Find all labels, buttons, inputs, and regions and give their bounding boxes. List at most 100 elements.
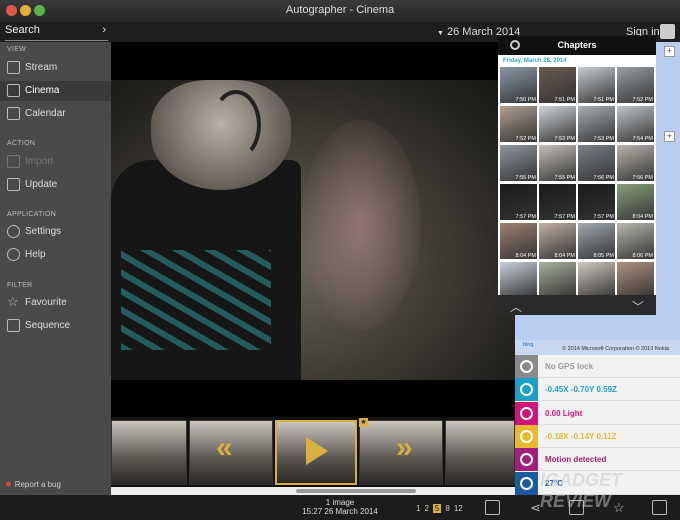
chapter-thumb[interactable] bbox=[617, 262, 654, 298]
zoom-level[interactable]: 8 bbox=[445, 504, 449, 513]
sidebar-item-cinema[interactable]: Cinema bbox=[0, 81, 111, 101]
sidebar-item-favourite[interactable]: ☆ Favourite bbox=[0, 293, 111, 313]
chapter-thumb[interactable]: 8:04 PM bbox=[617, 184, 654, 220]
sidebar-item-settings[interactable]: Settings bbox=[0, 222, 111, 242]
scrollbar-thumb[interactable] bbox=[296, 489, 416, 493]
sidebar-item-label: Calendar bbox=[25, 108, 66, 119]
fullscreen-icon[interactable] bbox=[485, 500, 500, 515]
add-panel-button[interactable]: + bbox=[664, 46, 675, 57]
chapter-thumb[interactable]: 7:56 PM bbox=[578, 145, 615, 181]
favourite-star-icon[interactable]: ★ bbox=[359, 418, 368, 427]
zoom-level[interactable]: 12 bbox=[454, 504, 463, 513]
chapter-thumb[interactable]: 7:55 PM bbox=[539, 145, 576, 181]
chapter-thumb-time: 7:54 PM bbox=[632, 136, 653, 142]
chapter-thumb[interactable]: 7:53 PM bbox=[539, 106, 576, 142]
chapter-thumb-time: 7:55 PM bbox=[554, 175, 575, 181]
chapter-thumb[interactable]: 7:57 PM bbox=[539, 184, 576, 220]
chapter-thumb-time: 7:56 PM bbox=[593, 175, 614, 181]
chapter-thumb[interactable]: 7:53 PM bbox=[578, 106, 615, 142]
sensor-value: -0.45X -0.70Y 0.59Z bbox=[545, 385, 617, 395]
section-view: VIEW bbox=[7, 46, 27, 53]
section-action: ACTION bbox=[7, 140, 36, 147]
sensor-row: No GPS lock bbox=[515, 355, 680, 378]
title-bar: Autographer - Cinema bbox=[0, 0, 680, 22]
sensor-value: -0.18X -0.14Y 0.11Z bbox=[545, 431, 617, 441]
chapter-thumb[interactable]: 7:54 PM bbox=[617, 106, 654, 142]
chapter-thumb[interactable] bbox=[539, 262, 576, 298]
report-bug-link[interactable]: ✸ Report a bug bbox=[5, 480, 61, 489]
chapter-thumb[interactable]: 7:52 PM bbox=[617, 67, 654, 103]
sidebar-item-import[interactable]: Import bbox=[0, 152, 111, 172]
chapter-thumb-time: 7:51 PM bbox=[554, 97, 575, 103]
chevron-down-icon[interactable]: ﹀ bbox=[632, 298, 644, 315]
sidebar-item-update[interactable]: Update bbox=[0, 175, 111, 195]
chapter-thumb[interactable] bbox=[500, 262, 537, 298]
sensor-icon bbox=[515, 355, 538, 378]
update-icon bbox=[7, 178, 20, 191]
zoom-level[interactable]: 1 bbox=[416, 504, 420, 513]
chapter-thumb[interactable]: 8:04 PM bbox=[500, 223, 537, 259]
chapter-thumb-time: 7:53 PM bbox=[554, 136, 575, 142]
chapter-thumb-time: 7:53 PM bbox=[593, 136, 614, 142]
chapter-thumb[interactable]: 7:50 PM bbox=[500, 67, 537, 103]
sensor-icon bbox=[515, 424, 538, 448]
sidebar-item-label: Import bbox=[25, 156, 54, 167]
chapter-thumb-time: 7:50 PM bbox=[515, 97, 536, 103]
sidebar-item-label: Sequence bbox=[25, 320, 71, 331]
chapters-title: Chapters bbox=[557, 40, 597, 50]
main-photo-viewer[interactable] bbox=[111, 42, 515, 417]
sensor-value: Motion detected bbox=[545, 455, 607, 465]
filmstrip[interactable]: « » bbox=[111, 417, 515, 495]
sensor-row: -0.18X -0.14Y 0.11Z bbox=[515, 424, 680, 448]
add-panel-button[interactable]: + bbox=[664, 131, 675, 142]
zoom-level[interactable]: 5 bbox=[432, 504, 442, 513]
chapter-thumb[interactable]: 7:57 PM bbox=[500, 184, 537, 220]
play-icon[interactable] bbox=[306, 437, 328, 465]
avatar[interactable] bbox=[660, 24, 675, 39]
main-photo bbox=[111, 80, 515, 380]
gear-icon[interactable] bbox=[510, 40, 520, 50]
chevron-up-icon[interactable]: ︿ bbox=[510, 298, 522, 315]
filmstrip-scrollbar[interactable] bbox=[111, 487, 515, 495]
chapter-thumb[interactable]: 8:06 PM bbox=[617, 223, 654, 259]
sidebar-item-help[interactable]: Help bbox=[0, 245, 111, 265]
sidebar-item-label: Settings bbox=[25, 226, 62, 237]
report-bug-label: Report a bug bbox=[14, 480, 61, 489]
filmstrip-thumb[interactable] bbox=[445, 420, 515, 485]
chapters-panel: Chapters Friday, March 28, 2014 7:50 PM 7… bbox=[498, 36, 656, 315]
chapter-thumb[interactable]: 7:56 PM bbox=[617, 145, 654, 181]
zoom-selector[interactable]: 1 2 5 8 12 bbox=[416, 504, 467, 513]
watermark: IGADGET REVIEW bbox=[540, 470, 623, 511]
sidebar-item-sequence[interactable]: Sequence bbox=[0, 316, 111, 336]
chapter-thumb[interactable]: 7:57 PM bbox=[578, 184, 615, 220]
chapter-thumb[interactable]: 8:04 PM bbox=[539, 223, 576, 259]
image-timestamp: 15:27 26 March 2014 bbox=[302, 507, 378, 516]
star-icon: ☆ bbox=[7, 294, 19, 309]
chapter-thumb[interactable]: 7:51 PM bbox=[539, 67, 576, 103]
section-application: APPLICATION bbox=[7, 211, 57, 218]
chapter-thumb[interactable]: 7:52 PM bbox=[500, 106, 537, 142]
chapter-thumb[interactable] bbox=[578, 262, 615, 298]
sensor-icon bbox=[515, 471, 538, 495]
chapter-thumb[interactable]: 7:51 PM bbox=[578, 67, 615, 103]
next-chevron-icon[interactable]: » bbox=[396, 431, 413, 465]
image-count-line: 1 image bbox=[325, 498, 355, 507]
cinema-icon bbox=[7, 84, 20, 97]
chevron-right-icon: › bbox=[102, 24, 106, 36]
sidebar-item-stream[interactable]: Stream bbox=[0, 58, 111, 78]
photo-blur bbox=[301, 120, 421, 330]
sensor-row: 0.00 Light bbox=[515, 401, 680, 425]
chapter-thumb[interactable]: 8:05 PM bbox=[578, 223, 615, 259]
filmstrip-thumb[interactable] bbox=[111, 420, 187, 485]
zoom-level[interactable]: 2 bbox=[424, 504, 428, 513]
photo-headphone bbox=[211, 90, 261, 160]
sidebar-item-calendar[interactable]: Calendar bbox=[0, 104, 111, 124]
chapter-thumb-time: 7:57 PM bbox=[515, 214, 536, 220]
calendar-icon bbox=[7, 107, 20, 120]
chapters-date: Friday, March 28, 2014 bbox=[503, 58, 567, 64]
search-field[interactable]: Search › bbox=[5, 24, 108, 41]
chapter-thumb[interactable]: 7:55 PM bbox=[500, 145, 537, 181]
image-count: 1 image 15:27 26 March 2014 bbox=[300, 498, 380, 516]
previous-chevron-icon[interactable]: « bbox=[216, 431, 233, 465]
sidebar-item-label: Favourite bbox=[25, 297, 67, 308]
